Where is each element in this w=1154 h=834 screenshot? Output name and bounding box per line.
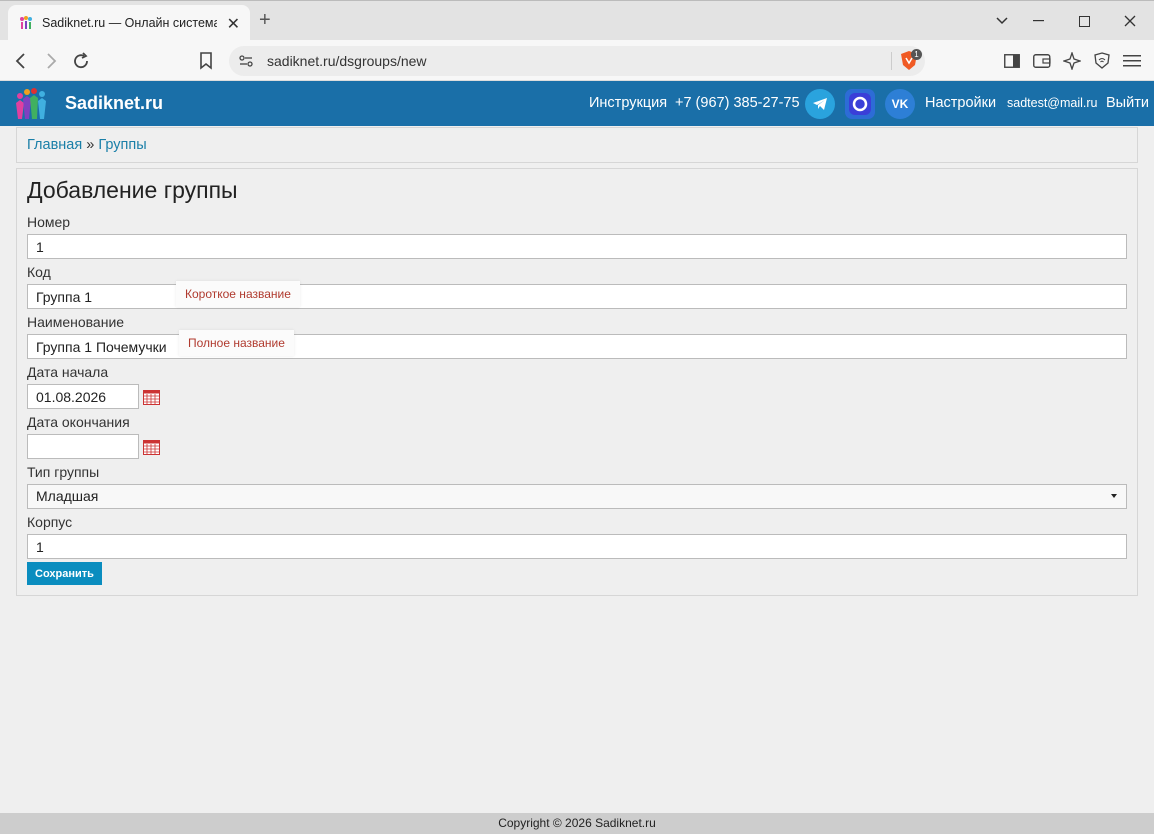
browser-titlebar: Sadiknet.ru — Онлайн система у ✕ +: [0, 0, 1154, 41]
address-bar[interactable]: sadiknet.ru/dsgroups/new 1: [229, 46, 925, 76]
telegram-icon[interactable]: [805, 89, 835, 119]
reload-icon[interactable]: [68, 48, 94, 74]
back-icon[interactable]: [8, 48, 34, 74]
group-form: Добавление группы Номер Код Короткое наз…: [16, 168, 1138, 596]
group-type-value: Младшая: [36, 488, 99, 504]
code-hint: Короткое название: [176, 281, 300, 307]
end-date-label: Дата окончания: [27, 414, 130, 430]
breadcrumb-separator: »: [86, 137, 95, 153]
site-favicon-icon: [20, 16, 32, 29]
start-date-calendar-icon[interactable]: [143, 390, 160, 405]
tab-search-chevron-icon[interactable]: [987, 7, 1017, 35]
building-field[interactable]: [27, 534, 1127, 559]
logout-link[interactable]: Выйти: [1106, 95, 1149, 111]
browser-toolbar: sadiknet.ru/dsgroups/new 1: [0, 40, 1154, 81]
start-date-field[interactable]: [27, 384, 139, 409]
site-brand[interactable]: Sadiknet.ru: [65, 93, 163, 114]
brave-shields-icon[interactable]: 1: [899, 49, 922, 72]
leo-ai-icon[interactable]: [1059, 48, 1085, 74]
vk-icon[interactable]: VK: [885, 89, 915, 119]
close-window-icon[interactable]: [1115, 7, 1145, 35]
number-label: Номер: [27, 214, 71, 230]
forward-icon[interactable]: [38, 48, 64, 74]
address-divider: [891, 52, 892, 70]
code-label: Код: [27, 264, 51, 280]
number-field[interactable]: [27, 234, 1127, 259]
max-messenger-icon[interactable]: [845, 89, 875, 119]
building-label: Корпус: [27, 514, 73, 530]
end-date-calendar-icon[interactable]: [143, 440, 160, 455]
site-header: Sadiknet.ru Инструкция +7 (967) 385-27-7…: [0, 81, 1154, 126]
instruction-link[interactable]: Инструкция: [589, 95, 667, 111]
phone-number[interactable]: +7 (967) 385-27-75: [675, 95, 800, 111]
site-settings-icon[interactable]: [239, 54, 253, 68]
group-type-select[interactable]: Младшая: [27, 484, 1127, 509]
tab-title: Sadiknet.ru — Онлайн система у: [42, 16, 217, 30]
page-title: Добавление группы: [27, 177, 238, 203]
breadcrumb-home[interactable]: Главная: [27, 137, 82, 153]
maximize-icon[interactable]: [1069, 7, 1099, 35]
menu-icon[interactable]: [1119, 48, 1145, 74]
wallet-icon[interactable]: [1029, 48, 1055, 74]
copyright-text: Copyright © 2026 Sadiknet.ru: [498, 816, 656, 830]
end-date-field[interactable]: [27, 434, 139, 459]
sidebar-icon[interactable]: [999, 48, 1025, 74]
settings-link[interactable]: Настройки: [925, 95, 996, 111]
save-button[interactable]: Сохранить: [27, 562, 102, 585]
url-text[interactable]: sadiknet.ru/dsgroups/new: [267, 53, 427, 69]
minimize-icon[interactable]: [1023, 7, 1053, 35]
new-tab-icon[interactable]: +: [259, 9, 271, 32]
shields-badge: 1: [911, 49, 922, 60]
group-type-label: Тип группы: [27, 464, 100, 480]
browser-tab[interactable]: Sadiknet.ru — Онлайн система у ✕: [8, 5, 250, 41]
bookmark-icon[interactable]: [193, 48, 219, 74]
user-email[interactable]: sadtest@mail.ru: [1007, 96, 1098, 110]
breadcrumb: Главная » Группы: [16, 127, 1138, 163]
site-logo-icon[interactable]: [14, 87, 50, 121]
vpn-icon[interactable]: [1089, 48, 1115, 74]
name-hint: Полное название: [179, 330, 294, 356]
start-date-label: Дата начала: [27, 364, 109, 380]
breadcrumb-groups[interactable]: Группы: [98, 137, 146, 153]
footer: Copyright © 2026 Sadiknet.ru: [0, 813, 1154, 834]
close-tab-icon[interactable]: ✕: [227, 14, 240, 34]
dropdown-arrow-icon: [1111, 494, 1117, 498]
name-label: Наименование: [27, 314, 125, 330]
